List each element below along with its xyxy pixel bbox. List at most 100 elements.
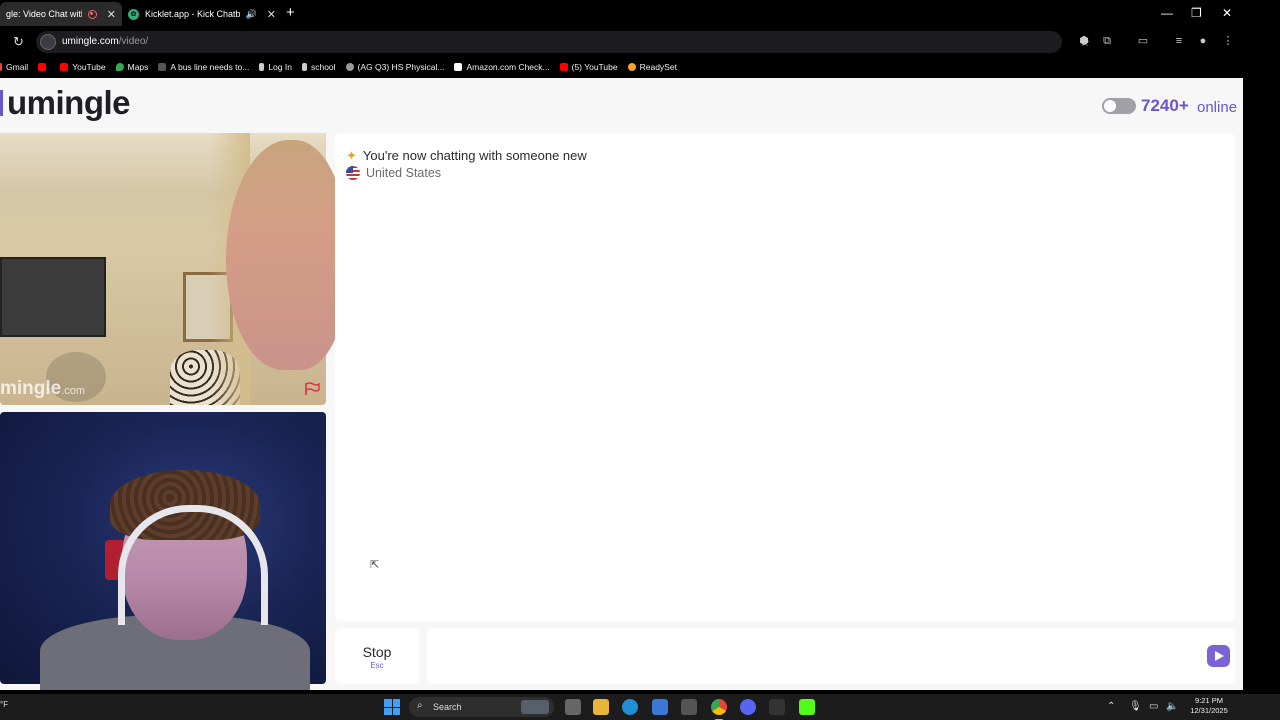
url-text: umingle.com/video/ (62, 36, 148, 47)
maps-icon (115, 63, 124, 71)
close-window-icon[interactable]: ✕ (1222, 6, 1232, 20)
speaker-icon[interactable]: 🔊 (246, 9, 257, 20)
taskbar-search[interactable]: ⌕ Search (409, 697, 554, 717)
readyset-icon (627, 63, 636, 71)
youtube-icon (38, 63, 47, 71)
store-icon[interactable] (681, 699, 697, 715)
logo-mark (0, 90, 3, 116)
video-tv-shape (0, 257, 106, 337)
search-highlight-icon (521, 700, 549, 714)
sparkle-icon: ✦ (346, 148, 357, 163)
send-button[interactable] (1207, 645, 1230, 667)
edge-icon[interactable] (622, 699, 638, 715)
tab-umingle[interactable]: gle: Video Chat with S ✕ (0, 2, 122, 26)
url-path: /video/ (118, 36, 149, 47)
close-tab-icon[interactable]: ✕ (267, 8, 276, 21)
site-logo[interactable]: umingle (7, 84, 131, 122)
file-explorer-icon[interactable] (593, 699, 609, 715)
outlook-icon[interactable] (652, 699, 668, 715)
classroom-icon (301, 63, 307, 71)
address-bar[interactable]: umingle.com/video/ ☆ (36, 31, 1090, 53)
kick-icon[interactable] (799, 699, 815, 715)
globe-icon (345, 63, 354, 71)
close-tab-icon[interactable]: ✕ (107, 8, 116, 21)
page-icon (158, 63, 167, 71)
extension-icon[interactable]: ⬢ (1078, 35, 1090, 47)
youtube-icon (559, 63, 568, 71)
mouse-cursor-icon: ⇱ (370, 559, 380, 571)
recording-icon (87, 9, 97, 19)
bookmark-label: (5) YouTube (571, 62, 618, 72)
reload-icon[interactable]: ↻ (13, 34, 24, 50)
browser-window: gle: Video Chat with S ✕ ✿ Kicklet.app -… (0, 0, 1243, 690)
start-icon[interactable] (384, 699, 400, 715)
youtube-icon (60, 63, 69, 71)
country-text: United States (366, 166, 442, 180)
tray-chevron-icon[interactable]: ⌃ (1107, 701, 1115, 712)
bookmark-label: Gmail (6, 62, 29, 72)
bookmark-label: (AG Q3) HS Physical... (357, 62, 445, 72)
toggle-knob (1104, 100, 1116, 112)
tab-title: gle: Video Chat with S (6, 9, 82, 19)
report-flag-icon[interactable] (304, 382, 320, 396)
clock[interactable]: 9:21 PM 12/31/2025 (1186, 696, 1232, 716)
kicklet-favicon-icon: ✿ (128, 8, 139, 20)
watermark-text: mingle (0, 378, 62, 399)
new-tab-button[interactable]: + (286, 4, 295, 21)
discord-icon[interactable] (740, 699, 756, 715)
media-icon[interactable]: ≡ (1173, 35, 1185, 47)
taskbar: °F ⌕ Search ⌃ 🎙 ▭ 🔈 9:21 PM 12/31/2025 (0, 694, 1280, 720)
bookmark-gmail[interactable]: Gmail (0, 62, 28, 72)
weather-text[interactable]: °F (0, 700, 8, 709)
bookmark-hs-physical[interactable]: (AG Q3) HS Physical... (345, 62, 445, 72)
capcut-icon[interactable] (769, 699, 785, 715)
online-count: 7240+ (1141, 96, 1189, 115)
stop-button[interactable]: Stop Esc (335, 628, 419, 684)
stop-label: Stop (362, 644, 392, 660)
puzzle-icon[interactable]: ⧉ (1101, 35, 1113, 47)
amazon-icon (454, 63, 463, 71)
bookmarks-bar: Gmail YouTube Maps A bus line needs to..… (0, 56, 1243, 78)
chat-log (335, 133, 1235, 621)
bookmark-label: YouTube (72, 62, 106, 72)
clock-time: 9:21 PM (1195, 696, 1223, 705)
video-watermark: mingle.com (0, 378, 85, 400)
bookmark-label: ReadySet (639, 62, 677, 72)
classroom-icon (259, 63, 265, 71)
tab-kicklet[interactable]: ✿ Kicklet.app - Kick Chatbot a 🔊 ✕ (122, 2, 282, 26)
tab-search-icon[interactable]: ▭ (1137, 35, 1149, 47)
gmail-icon (0, 63, 2, 71)
online-label: online (1197, 99, 1238, 116)
bookmark-log-in[interactable]: Log In (259, 62, 292, 72)
bookmark-youtube-5[interactable]: (5) YouTube (559, 62, 618, 72)
browser-toolbar: ↻ umingle.com/video/ ☆ ⬢ ⧉ ▭ ≡ ● ⋮ (0, 28, 1243, 56)
message-input[interactable] (427, 628, 1235, 684)
microphone-icon[interactable]: 🎙 (1129, 701, 1142, 712)
url-host: umingle.com (62, 36, 119, 47)
chrome-icon[interactable] (711, 699, 727, 720)
bookmark-readyset[interactable]: ReadySet (627, 62, 677, 72)
bookmark-maps[interactable]: Maps (115, 62, 148, 72)
bookmark-bus-line[interactable]: A bus line needs to... (158, 62, 249, 72)
screen: gle: Video Chat with S ✕ ✿ Kicklet.app -… (0, 0, 1280, 720)
site-info-icon[interactable] (40, 34, 56, 50)
bookmark-label: A bus line needs to... (170, 62, 250, 72)
video-headphones-shape (118, 505, 268, 625)
bookmark-youtube-icon-only[interactable] (38, 63, 50, 71)
bookmark-amazon[interactable]: Amazon.com Check... (454, 62, 550, 72)
task-view-icon[interactable] (565, 699, 581, 715)
minimize-icon[interactable]: — (1161, 6, 1173, 20)
network-icon[interactable]: ▭ (1149, 701, 1158, 712)
bookmark-school[interactable]: school (301, 62, 336, 72)
bookmark-label: Amazon.com Check... (466, 62, 550, 72)
stop-shortcut-hint: Esc (370, 661, 384, 670)
volume-icon[interactable]: 🔈 (1166, 701, 1178, 712)
restore-icon[interactable]: ❐ (1191, 6, 1202, 20)
bookmark-label: school (310, 62, 336, 72)
tab-title: Kicklet.app - Kick Chatbot a (145, 9, 240, 19)
bookmark-youtube[interactable]: YouTube (60, 62, 106, 72)
watermark-suffix: .com (61, 385, 86, 397)
menu-icon[interactable]: ⋮ (1222, 35, 1234, 47)
theme-toggle[interactable] (1102, 98, 1136, 114)
profile-icon[interactable]: ● (1197, 35, 1209, 47)
